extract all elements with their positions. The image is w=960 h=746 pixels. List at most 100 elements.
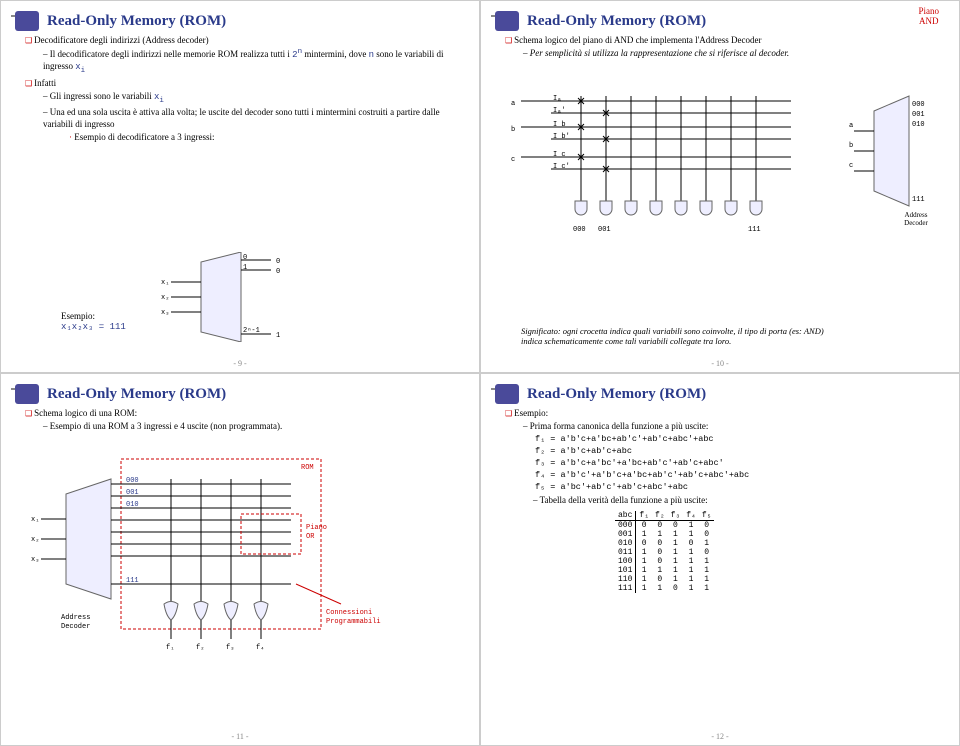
- svg-text:x₂: x₂: [161, 294, 169, 302]
- text: Infatti: [34, 78, 56, 88]
- page-number: - 9 -: [233, 359, 246, 368]
- svg-text:c: c: [511, 156, 515, 164]
- svg-text:0: 0: [243, 254, 247, 262]
- chip-icon: [15, 384, 39, 404]
- svg-text:x₃: x₃: [31, 556, 39, 564]
- dash-item: Il decodificatore degli indirizzi nelle …: [43, 48, 465, 77]
- svg-text:000: 000: [912, 101, 925, 109]
- table-row: 00000010: [615, 520, 714, 530]
- title-row: Read-Only Memory (ROM): [15, 384, 465, 404]
- svg-text:b: b: [849, 142, 853, 150]
- svg-text:Iₐ': Iₐ': [553, 107, 566, 115]
- table-row: 01110110: [615, 548, 714, 557]
- dash-item: Prima forma canonica della funzione a pi…: [523, 421, 945, 433]
- text: Prima forma canonica della funzione a pi…: [530, 421, 709, 431]
- slide-9: Read-Only Memory (ROM) Decodificatore de…: [0, 0, 480, 373]
- text: Tabella della verità della funzione a pi…: [540, 495, 708, 505]
- slide-title: Read-Only Memory (ROM): [527, 13, 706, 30]
- truth-table: abc f₁f₂ f₃f₄ f₅ 00000010001111100100010…: [615, 511, 714, 593]
- table-row: 10111111: [615, 566, 714, 575]
- chip-icon: [15, 11, 39, 31]
- dash-item: Esempio di una ROM a 3 ingressi e 4 usci…: [43, 421, 465, 433]
- svg-text:111: 111: [912, 196, 925, 204]
- dash-item: Gli ingressi sono le variabili xi: [43, 91, 465, 107]
- address-decoder-label: AddressDecoder: [891, 211, 941, 227]
- title-row: Read-Only Memory (ROM): [495, 11, 945, 31]
- svg-text:111: 111: [748, 226, 761, 234]
- slide-title: Read-Only Memory (ROM): [47, 13, 226, 30]
- text: i: [81, 67, 86, 75]
- slide-10: PianoAND Read-Only Memory (ROM) Schema l…: [480, 0, 960, 373]
- table-row: 11010111: [615, 575, 714, 584]
- svg-text:Programmabili: Programmabili: [326, 618, 381, 626]
- page-number: - 11 -: [231, 732, 248, 741]
- eq: f₄ = a'b'c'+a'b'c+a'bc+ab'c'+ab'c+abc'+a…: [535, 470, 945, 482]
- svg-text:Connessioni: Connessioni: [326, 609, 372, 617]
- text: Schema logico del piano di AND che imple…: [514, 35, 761, 45]
- significato: Significato: ogni crocetta indica quali …: [521, 326, 839, 346]
- bullet: Schema logico del piano di AND che imple…: [505, 35, 945, 59]
- svg-text:a: a: [511, 100, 515, 108]
- dash-item: Tabella della verità della funzione a pi…: [533, 495, 945, 507]
- svg-text:000: 000: [573, 226, 586, 234]
- table-row: 10010111: [615, 557, 714, 566]
- svg-text:001: 001: [598, 226, 611, 234]
- svg-text:x₂: x₂: [31, 536, 39, 544]
- text: = 111: [93, 322, 125, 332]
- text: Esempio:: [514, 408, 548, 418]
- svg-text:1: 1: [276, 332, 280, 340]
- example-block: Esempio: x₁x₂x₃ = 111: [61, 311, 126, 332]
- chip-icon: [495, 11, 519, 31]
- example-label: Esempio:: [61, 311, 126, 321]
- svg-text:0: 0: [276, 258, 280, 266]
- slide-title: Read-Only Memory (ROM): [527, 386, 706, 403]
- rom-diagram: ROM x₁ x₂ x₃ Address Decoder 000 001 010…: [31, 454, 391, 674]
- svg-text:1: 1: [243, 264, 247, 272]
- svg-text:OR: OR: [306, 533, 315, 541]
- svg-text:ROM: ROM: [301, 464, 314, 472]
- decoder-mini: a b c 000 001 010 111: [849, 91, 939, 221]
- bullet: Decodificatore degli indirizzi (Address …: [25, 35, 465, 77]
- bullet: Schema logico di una ROM: Esempio di una…: [25, 408, 465, 432]
- svg-text:111: 111: [126, 577, 139, 585]
- svg-text:f₁: f₁: [166, 644, 174, 652]
- svg-text:Address: Address: [61, 614, 90, 622]
- dash-item: Una ed una sola uscita è attiva alla vol…: [43, 107, 465, 143]
- table-header: abc f₁f₂ f₃f₄ f₅: [615, 511, 714, 521]
- equations: f₁ = a'b'c+a'bc+ab'c'+ab'c+abc'+abc f₂ =…: [535, 434, 945, 493]
- eq: f₁ = a'b'c+a'bc+ab'c'+ab'c+abc'+abc: [535, 434, 945, 446]
- svg-text:000: 000: [126, 477, 139, 485]
- svg-text:I_c': I_c': [553, 163, 570, 171]
- text: mintermini, dove: [302, 49, 369, 59]
- table-row: 11111011: [615, 584, 714, 593]
- chip-icon: [495, 384, 519, 404]
- svg-text:001: 001: [126, 489, 139, 497]
- text: i: [159, 96, 164, 104]
- text: Esempio di decodificatore a 3 ingressi:: [74, 132, 214, 142]
- svg-text:I_b': I_b': [553, 133, 570, 141]
- dash-item: Per semplicità si utilizza la rappresent…: [523, 48, 945, 60]
- svg-text:I_b: I_b: [553, 121, 566, 129]
- decoder-diagram: x₁ x₂ x₃ 0 1 2ⁿ-1 0 0 1: [161, 252, 301, 342]
- eq: f₃ = a'b'c+a'bc'+a'bc+ab'c'+ab'c+abc': [535, 458, 945, 470]
- svg-text:I_c: I_c: [553, 151, 566, 159]
- svg-text:0: 0: [276, 268, 280, 276]
- svg-text:f₄: f₄: [256, 644, 264, 652]
- svg-text:010: 010: [126, 501, 139, 509]
- text: Schema logico di una ROM:: [34, 408, 137, 418]
- text: Il decodificatore degli indirizzi nelle …: [50, 49, 292, 59]
- svg-text:b: b: [511, 126, 515, 134]
- eq: f₅ = a'bc'+ab'c'+ab'c+abc'+abc: [535, 482, 945, 494]
- eq: f₂ = a'b'c+ab'c+abc: [535, 446, 945, 458]
- text: Esempio di una ROM a 3 ingressi e 4 usci…: [50, 421, 282, 431]
- text: Una ed una sola uscita è attiva alla vol…: [43, 107, 440, 129]
- slide-12: Read-Only Memory (ROM) Esempio: Prima fo…: [480, 373, 960, 746]
- title-row: Read-Only Memory (ROM): [495, 384, 945, 404]
- slide-11: Read-Only Memory (ROM) Schema logico di …: [0, 373, 480, 746]
- svg-text:Piano: Piano: [306, 524, 327, 532]
- table-row: 00111110: [615, 530, 714, 539]
- bullet: Esempio: Prima forma canonica della funz…: [505, 408, 945, 432]
- text: Per semplicità si utilizza la rappresent…: [530, 48, 789, 58]
- table-row: 01000101: [615, 539, 714, 548]
- bullet: Infatti Gli ingressi sono le variabili x…: [25, 78, 465, 143]
